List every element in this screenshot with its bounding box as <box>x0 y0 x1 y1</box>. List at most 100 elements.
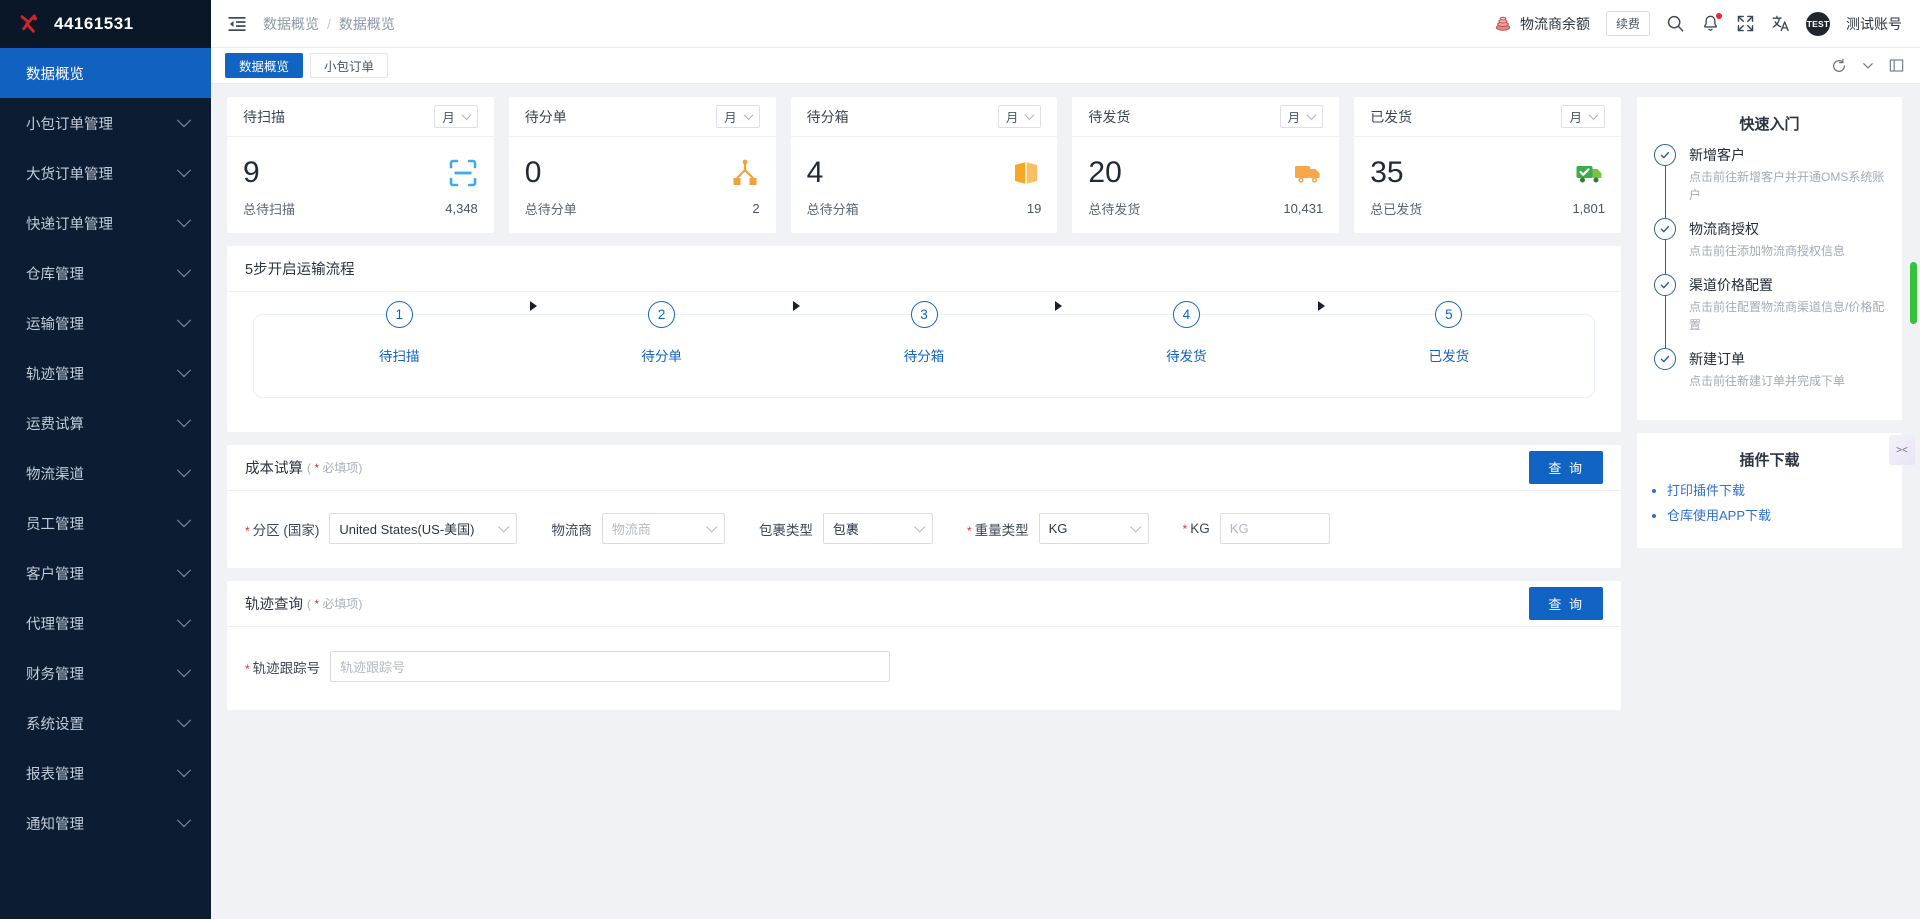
flow-step-4[interactable]: 5 已发货 <box>1318 301 1580 365</box>
carrier-label: 物流商 <box>551 522 592 538</box>
sidebar-item-15[interactable]: 通知管理 <box>0 798 211 848</box>
stat-card-value: 4 <box>806 155 824 189</box>
sidebar-item-12[interactable]: 财务管理 <box>0 648 211 698</box>
sidebar-item-label: 运输管理 <box>26 316 84 333</box>
stat-period-select[interactable]: 月 <box>1279 105 1324 128</box>
quick-start-item-0[interactable]: 新增客户 点击前往新增客户并开通OMS系统账户 <box>1653 144 1886 218</box>
tab-data-overview[interactable]: 数据概览 <box>225 53 304 78</box>
user-name[interactable]: 测试账号 <box>1846 14 1902 34</box>
package-type-select[interactable]: 包裹 <box>822 513 933 544</box>
stat-card-header: 已发货 月 <box>1354 97 1621 137</box>
sidebar-item-10[interactable]: 客户管理 <box>0 548 211 598</box>
chevron-down-icon <box>176 213 192 228</box>
chevron-down-icon <box>176 813 192 828</box>
stat-card-footer: 总已发货 1,801 <box>1354 195 1621 233</box>
stat-period-select[interactable]: 月 <box>997 105 1042 128</box>
logo-text: 44161531 <box>54 14 134 33</box>
chevron-down-icon[interactable] <box>1861 59 1875 73</box>
menu-collapse-icon[interactable] <box>227 14 247 34</box>
tracking-query-button[interactable]: 查 询 <box>1529 587 1603 620</box>
chevron-down-icon <box>176 613 192 628</box>
coins-icon <box>1495 16 1511 31</box>
stat-card-header: 待分箱 月 <box>790 97 1058 137</box>
flow-step-1[interactable]: 2 待分单 <box>530 301 800 365</box>
steps-track: 1 待扫描 2 待分单 3 待分箱 4 待发货 5 已发货 <box>253 301 1595 398</box>
sidebar-item-8[interactable]: 物流渠道 <box>0 448 211 498</box>
connector-line <box>1664 296 1666 348</box>
tab-small-parcel-order[interactable]: 小包订单 <box>310 53 389 78</box>
stat-period-value: 月 <box>1287 111 1301 125</box>
quick-start-item-1[interactable]: 物流商授权 点击前往添加物流商授权信息 <box>1653 218 1886 274</box>
flow-step-label: 待发货 <box>1166 349 1207 364</box>
carrier-select[interactable]: 物流商 <box>601 513 725 544</box>
expand-view-icon[interactable] <box>1889 58 1904 73</box>
quick-start-item-2[interactable]: 渠道价格配置 点击前往配置物流商渠道信息/价格配置 <box>1653 274 1886 348</box>
stat-period-select[interactable]: 月 <box>434 105 478 128</box>
breadcrumb-item-0[interactable]: 数据概览 <box>263 14 319 34</box>
sidebar-item-0[interactable]: 数据概览 <box>0 48 211 98</box>
sidebar-item-1[interactable]: 小包订单管理 <box>0 98 211 148</box>
stat-card-value: 9 <box>243 155 260 189</box>
stat-period-value: 月 <box>724 111 737 125</box>
chevron-down-icon <box>176 663 192 678</box>
plugin-download-link-1[interactable]: 仓库使用APP下载 <box>1667 505 1886 524</box>
stat-card-title: 待分箱 <box>806 108 849 125</box>
quick-start-item-title: 物流商授权 <box>1689 221 1759 237</box>
plugin-download-link-0[interactable]: 打印插件下载 <box>1667 480 1886 499</box>
avatar[interactable]: TEST <box>1806 11 1830 36</box>
sidebar-item-11[interactable]: 代理管理 <box>0 598 211 648</box>
sidebar-item-4[interactable]: 仓库管理 <box>0 248 211 298</box>
quick-start-text: 物流商授权 点击前往添加物流商授权信息 <box>1689 218 1886 274</box>
country-select[interactable]: United States(US-美国) <box>329 513 518 544</box>
truck-icon <box>1295 165 1320 183</box>
notification-bell[interactable] <box>1701 13 1722 33</box>
plugin-download-links: 打印插件下载仓库使用APP下载 <box>1637 480 1902 548</box>
sidebar-item-13[interactable]: 系统设置 <box>0 698 211 748</box>
cost-query-button[interactable]: 查 询 <box>1529 451 1603 484</box>
quick-start-item-title: 渠道价格配置 <box>1689 277 1773 293</box>
sidebar-item-14[interactable]: 报表管理 <box>0 748 211 798</box>
sidebar-item-9[interactable]: 员工管理 <box>0 498 211 548</box>
flow-step-number: 5 <box>1435 301 1463 328</box>
split-icon <box>733 159 757 185</box>
stat-period-select[interactable]: 月 <box>1561 105 1605 128</box>
scrollbar-thumb[interactable] <box>1910 262 1917 324</box>
sidebar-item-5[interactable]: 运输管理 <box>0 298 211 348</box>
tracking-number-input[interactable]: 轨迹跟踪号 <box>330 651 891 682</box>
cost-required-note: ( * 必填项) <box>307 461 363 475</box>
chevron-down-icon <box>1306 110 1317 121</box>
search-icon[interactable] <box>1666 14 1685 33</box>
sidebar-item-3[interactable]: 快递订单管理 <box>0 198 211 248</box>
kg-placeholder: KG <box>1229 521 1249 536</box>
sidebar-item-6[interactable]: 轨迹管理 <box>0 348 211 398</box>
stat-period-value: 月 <box>442 111 455 125</box>
topbar: 数据概览 / 数据概览 物流商余额 续费 TEST 测试账号 <box>211 0 1920 48</box>
balance-indicator[interactable]: 物流商余额 <box>1493 14 1590 34</box>
sidebar-item-2[interactable]: 大货订单管理 <box>0 148 211 198</box>
flow-step-0[interactable]: 1 待扫描 <box>268 301 538 365</box>
flow-step-2[interactable]: 3 待分箱 <box>793 301 1063 365</box>
sidebar-item-7[interactable]: 运费试算 <box>0 398 211 448</box>
weight-type-select[interactable]: KG <box>1038 513 1149 544</box>
tracking-number-label: * 轨迹跟踪号 <box>245 660 321 676</box>
sidebar-item-label: 轨迹管理 <box>26 366 84 383</box>
flow-step-label: 已发货 <box>1428 349 1470 364</box>
breadcrumb-item-1[interactable]: 数据概览 <box>339 14 395 34</box>
scrollbar-track[interactable] <box>1910 174 1917 614</box>
breadcrumb: 数据概览 / 数据概览 <box>263 14 395 34</box>
stat-total-value: 19 <box>1026 201 1042 216</box>
fullscreen-icon[interactable] <box>1736 14 1755 33</box>
sidebar-item-label: 客户管理 <box>26 566 84 583</box>
translate-icon[interactable] <box>1771 14 1790 33</box>
stat-period-select[interactable]: 月 <box>716 105 760 128</box>
flow-step-3[interactable]: 4 待发货 <box>1055 301 1325 365</box>
renew-button[interactable]: 续费 <box>1605 11 1650 36</box>
chevron-down-icon <box>176 513 192 528</box>
chevron-down-icon <box>176 163 192 178</box>
cost-calculation-header: 成本试算 ( * 必填项) 查 询 <box>227 445 1621 491</box>
sidebar-item-label: 快递订单管理 <box>26 216 113 233</box>
quick-start-item-3[interactable]: 新建订单 点击前往新建订单并完成下单 <box>1653 348 1886 404</box>
refresh-icon[interactable] <box>1831 58 1847 74</box>
kg-input[interactable]: KG <box>1219 513 1330 544</box>
sidebar-item-label: 通知管理 <box>26 816 84 833</box>
